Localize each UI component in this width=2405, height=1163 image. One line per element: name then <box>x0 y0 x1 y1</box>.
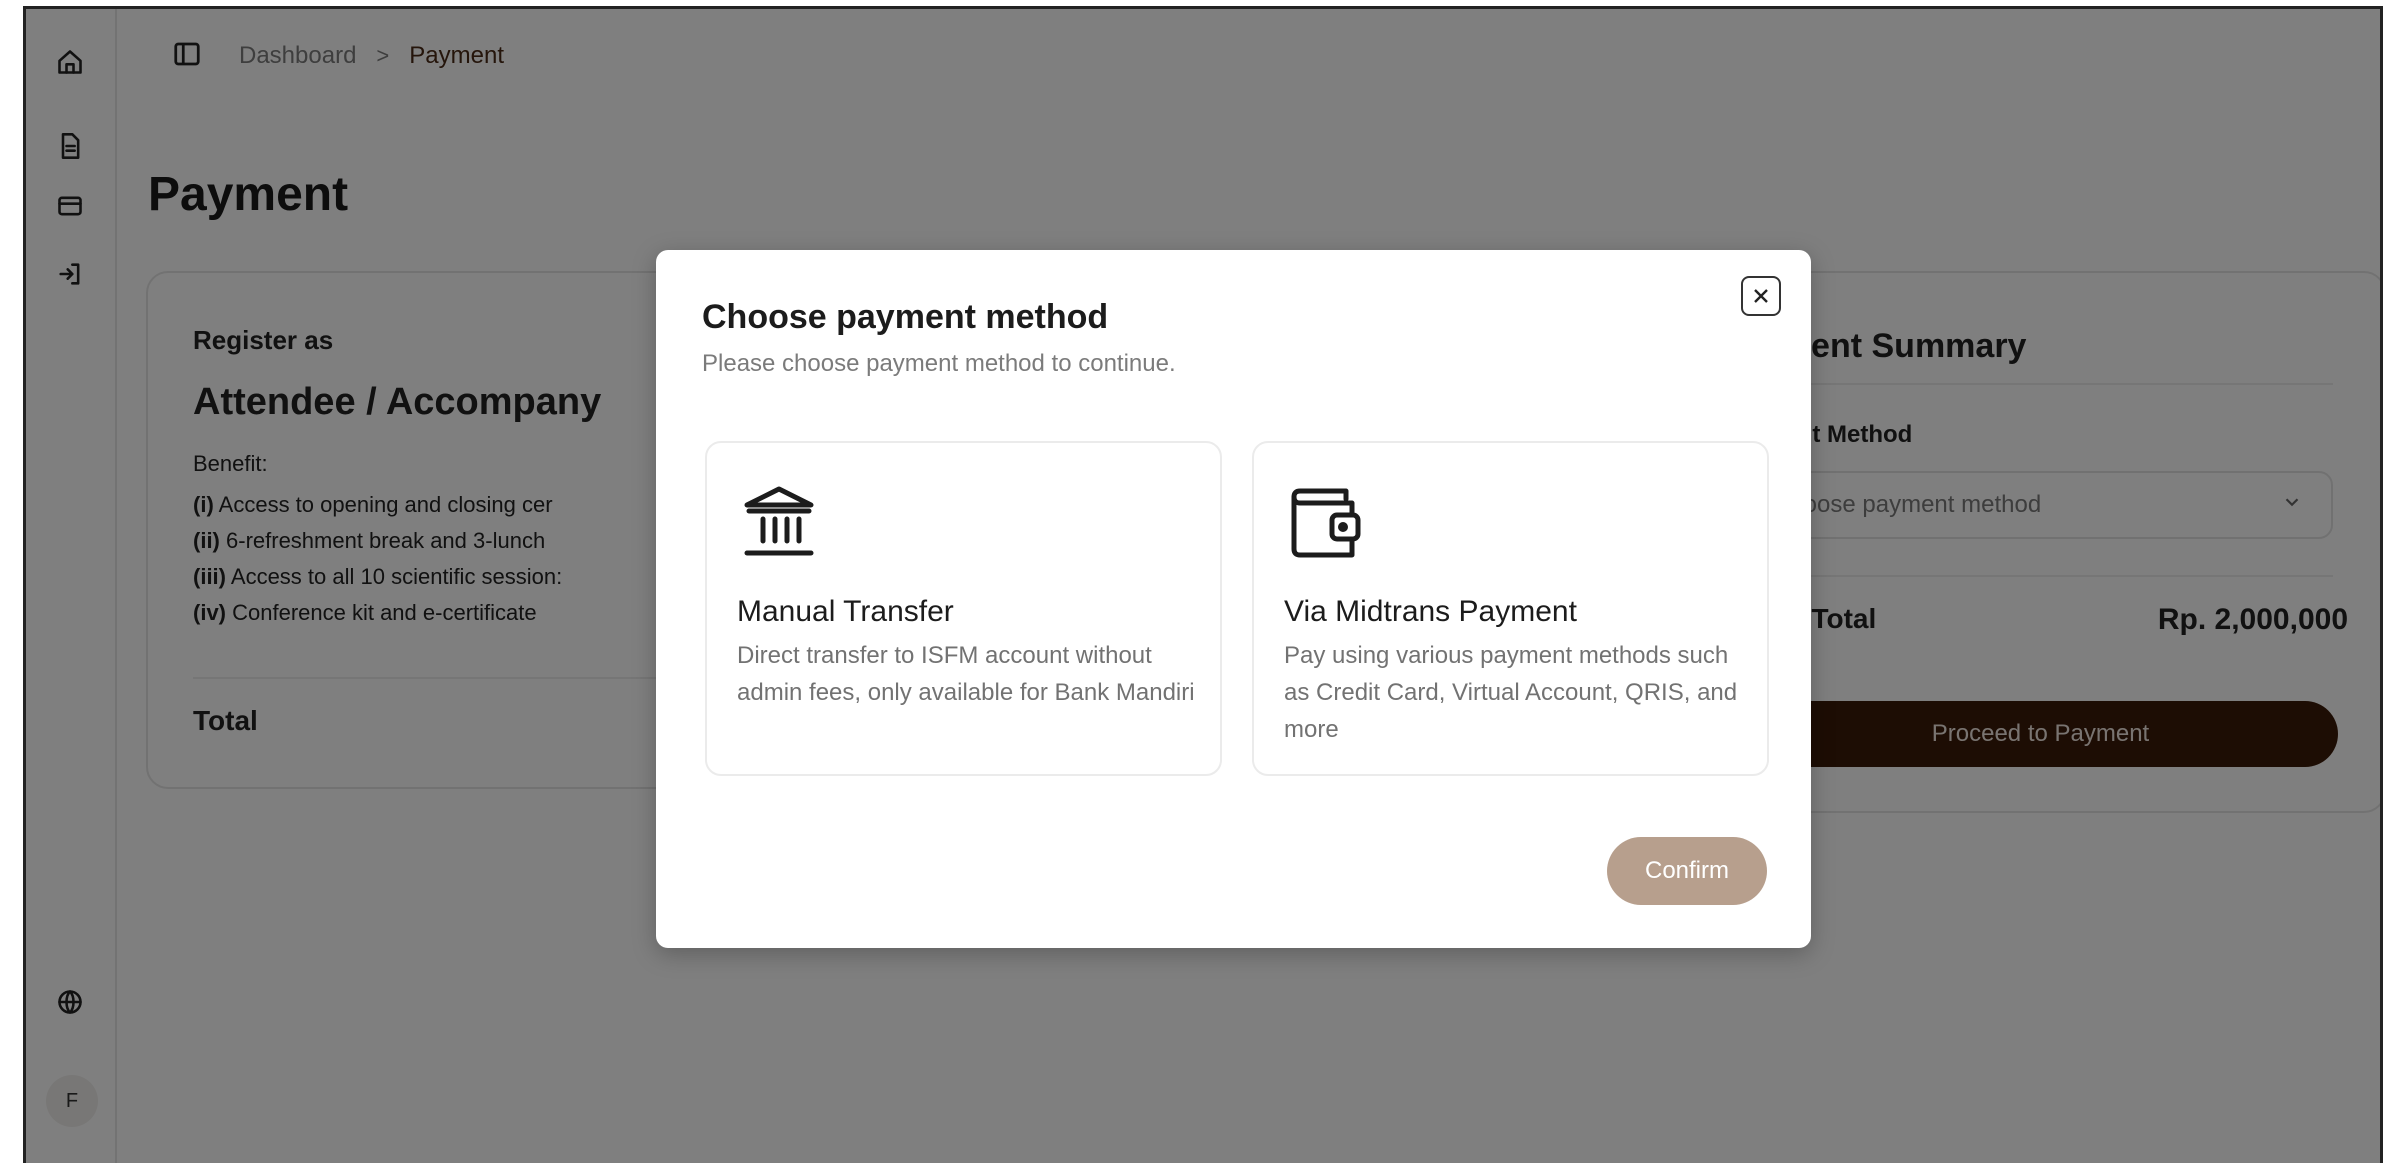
bank-icon <box>737 479 821 563</box>
payment-method-modal: Choose payment method Please choose paym… <box>656 250 1811 948</box>
midtrans-payment-description: Pay using various payment methods such a… <box>1284 642 1738 743</box>
close-icon <box>1754 289 1768 303</box>
confirm-button[interactable]: Confirm <box>1607 837 1767 905</box>
close-button[interactable] <box>1741 276 1781 316</box>
modal-subtitle: Please choose payment method to continue… <box>702 350 1176 377</box>
wallet-icon <box>1284 479 1368 563</box>
manual-transfer-option[interactable]: Manual Transfer Direct transfer to ISFM … <box>705 441 1222 776</box>
manual-transfer-description: Direct transfer to ISFM account without … <box>737 642 1195 706</box>
midtrans-payment-title: Via Midtrans Payment <box>1284 595 1577 628</box>
manual-transfer-title: Manual Transfer <box>737 595 954 628</box>
modal-title: Choose payment method <box>702 298 1109 336</box>
midtrans-payment-option[interactable]: Via Midtrans Payment Pay using various p… <box>1252 441 1769 776</box>
app-window: F Dashboard > Payment Payment Register a… <box>23 6 2383 1163</box>
